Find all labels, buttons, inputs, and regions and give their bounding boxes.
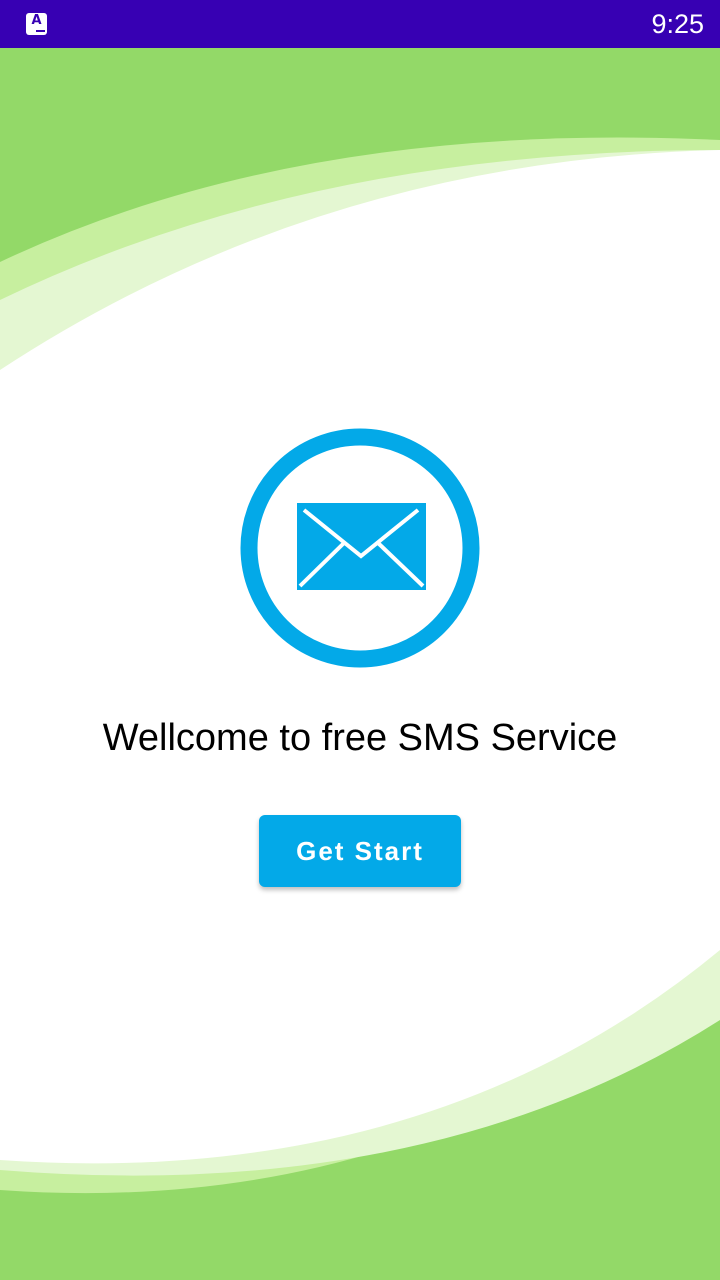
get-start-button[interactable]: Get Start: [259, 815, 461, 887]
app-notification-icon-letter: A: [31, 13, 42, 28]
screen: A 9:25 Wellcome to free SMS Service Get …: [0, 0, 720, 1280]
welcome-title: Wellcome to free SMS Service: [102, 717, 618, 759]
envelope-icon: [240, 428, 480, 668]
welcome-screen: Wellcome to free SMS Service Get Start: [0, 0, 720, 1280]
app-notification-icon: A: [26, 13, 47, 35]
status-bar: A 9:25: [0, 0, 720, 48]
status-time: 9:25: [651, 9, 704, 39]
